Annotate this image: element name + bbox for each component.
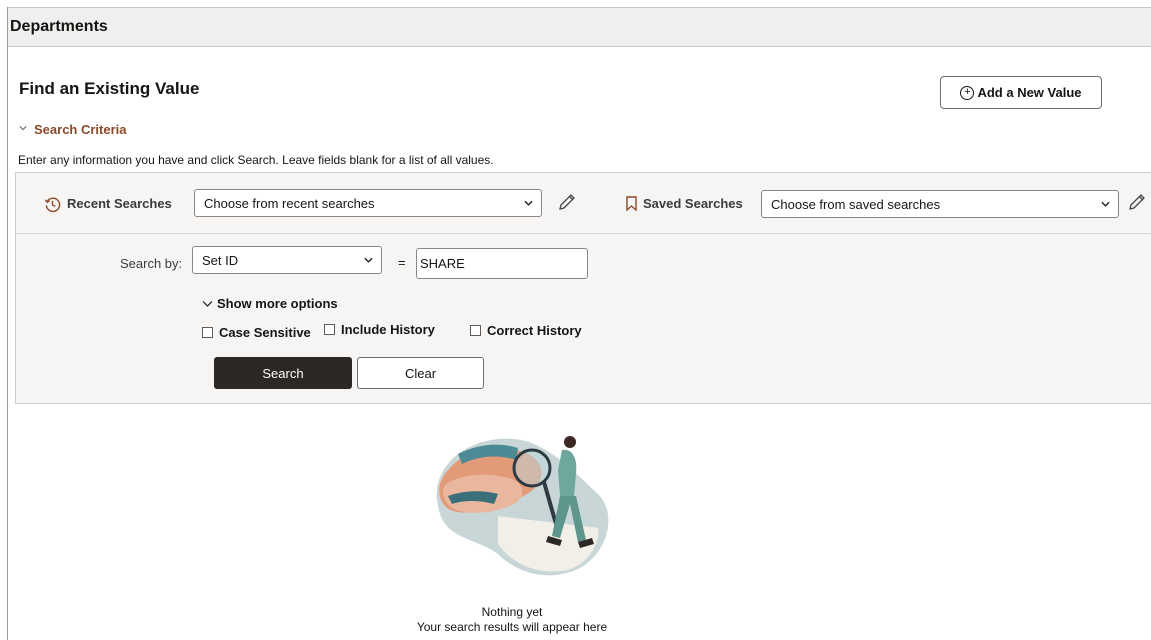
add-new-value-button[interactable]: + Add a New Value — [940, 76, 1102, 109]
page-header-bar: Departments — [8, 7, 1151, 47]
search-operator: = — [398, 255, 406, 270]
include-history-checkbox[interactable]: Include History — [324, 322, 435, 337]
chevron-down-icon — [524, 200, 533, 206]
plus-circle-icon: + — [960, 85, 975, 100]
recent-searches-value: Choose from recent searches — [204, 195, 375, 211]
checkbox-box[interactable] — [324, 324, 335, 335]
find-existing-value-heading: Find an Existing Value — [19, 79, 200, 98]
history-icon — [44, 197, 61, 213]
clear-button[interactable]: Clear — [357, 357, 484, 389]
correct-history-label: Correct History — [487, 323, 582, 338]
add-new-value-label: Add a New Value — [977, 85, 1082, 100]
checkbox-box[interactable] — [202, 327, 213, 338]
chevron-down-icon — [364, 257, 373, 263]
search-criteria-toggle[interactable]: Search Criteria — [19, 122, 127, 137]
page-title: Departments — [10, 18, 108, 35]
bookmark-icon — [626, 196, 637, 211]
chevron-down-icon — [202, 300, 213, 307]
recent-saved-row: Recent Searches Choose from recent searc… — [16, 173, 1151, 234]
search-by-label: Search by: — [120, 256, 183, 271]
edit-saved-searches-pencil-icon[interactable] — [1127, 192, 1147, 212]
saved-searches-label: Saved Searches — [643, 196, 743, 211]
search-button[interactable]: Search — [214, 357, 352, 389]
chevron-down-icon — [19, 125, 27, 130]
show-more-options-label: Show more options — [217, 296, 338, 311]
search-instructions: Enter any information you have and click… — [18, 153, 494, 167]
correct-history-checkbox[interactable]: Correct History — [470, 323, 582, 338]
window-left-edge — [7, 7, 8, 640]
search-value-input[interactable] — [416, 248, 588, 279]
checkbox-box[interactable] — [470, 325, 481, 336]
recent-searches-label: Recent Searches — [67, 196, 172, 211]
show-more-options-toggle[interactable]: Show more options — [202, 296, 338, 311]
empty-state-title: Nothing yet — [481, 605, 543, 619]
case-sensitive-label: Case Sensitive — [219, 325, 311, 340]
saved-searches-value: Choose from saved searches — [771, 196, 941, 212]
search-by-field-value: Set ID — [202, 252, 239, 268]
empty-state-illustration — [436, 436, 609, 576]
empty-state-subtitle: Your search results will appear here — [416, 620, 608, 634]
chevron-down-icon — [1101, 201, 1110, 207]
search-panel: Recent Searches Choose from recent searc… — [15, 172, 1151, 404]
saved-searches-select[interactable]: Choose from saved searches — [761, 190, 1119, 218]
recent-searches-select[interactable]: Choose from recent searches — [194, 189, 542, 217]
search-by-field-select[interactable]: Set ID — [192, 246, 382, 274]
edit-recent-searches-pencil-icon[interactable] — [557, 192, 577, 212]
include-history-label: Include History — [341, 322, 435, 337]
search-criteria-label: Search Criteria — [34, 122, 127, 137]
case-sensitive-checkbox[interactable]: Case Sensitive — [202, 325, 311, 340]
